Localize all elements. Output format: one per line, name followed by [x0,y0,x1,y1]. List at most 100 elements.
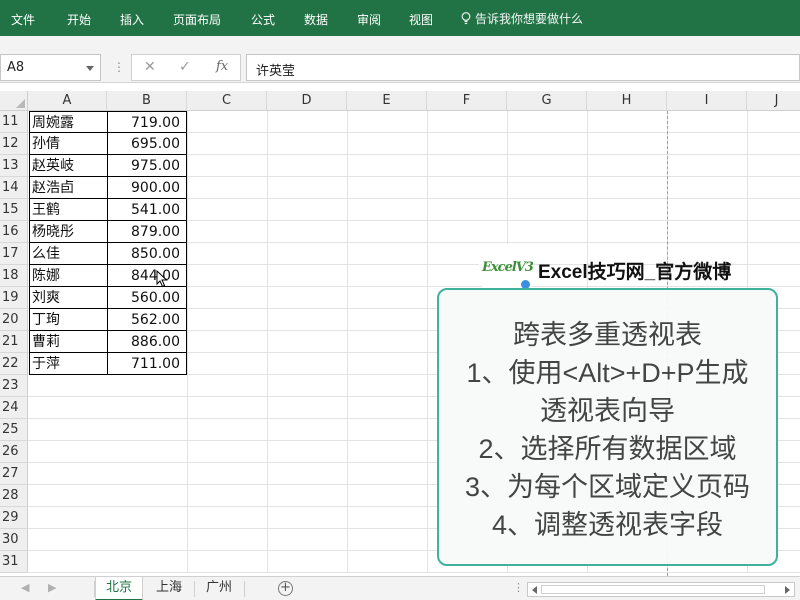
row-header[interactable]: 18 [0,265,28,287]
tip-line: 3、为每个区域定义页码 [464,472,751,502]
column-header-f[interactable]: F [427,91,507,111]
name-box[interactable]: A8 [0,54,101,81]
cell-name[interactable]: 么佳 [29,243,107,265]
cell-amount[interactable]: 886.00 [107,331,187,353]
row-header[interactable]: 13 [0,155,28,177]
column-header-h[interactable]: H [587,91,667,111]
row-header[interactable]: 25 [0,419,28,441]
formula-input[interactable]: 许英莹 [246,54,800,81]
cell-name[interactable]: 周婉露 [29,111,107,133]
more-icon[interactable]: ⋮ [513,581,524,594]
cell-name[interactable]: 陈娜 [29,265,107,287]
tab-data[interactable]: 数据 [304,11,328,28]
cell-amount[interactable]: 541.00 [107,199,187,221]
tab-review[interactable]: 审阅 [357,11,381,28]
column-header-i[interactable]: I [667,91,747,111]
scroll-right-arrow-icon[interactable] [785,586,790,594]
tab-home[interactable]: 开始 [67,11,91,28]
select-all-corner[interactable] [0,91,28,111]
tip-line: 4、调整透视表字段 [491,510,724,540]
cell-amount[interactable]: 844.00 [107,265,187,287]
cell-name[interactable]: 王鹤 [29,199,107,221]
gridline [187,111,188,573]
row-header[interactable]: 24 [0,397,28,419]
row-header[interactable]: 11 [0,111,28,133]
row-header[interactable]: 15 [0,199,28,221]
more-icon[interactable]: ⋮ [113,60,125,74]
row-header[interactable]: 20 [0,309,28,331]
row-header[interactable]: 12 [0,133,28,155]
account-name: Excel技巧网_官方微博 [538,261,732,283]
gridline [427,111,428,573]
name-box-value: A8 [7,60,25,75]
row-header[interactable]: 29 [0,507,28,529]
tab-page-layout[interactable]: 页面布局 [173,11,221,28]
cell-name[interactable]: 赵英岐 [29,155,107,177]
tip-line: 1、使用<Alt>+D+P生成 [466,358,749,388]
scroll-left-arrow-icon[interactable] [532,586,537,594]
column-header-e[interactable]: E [347,91,427,111]
cell-amount[interactable]: 975.00 [107,155,187,177]
cell-amount[interactable]: 850.00 [107,243,187,265]
row-header[interactable]: 14 [0,177,28,199]
row-header[interactable]: 21 [0,331,28,353]
sheet-tab-bar: ◀ ▶ 北京 上海 广州 + ⋮ [0,576,800,600]
cell-amount[interactable]: 879.00 [107,221,187,243]
row-header[interactable]: 22 [0,353,28,375]
row-header[interactable]: 17 [0,243,28,265]
column-header-b[interactable]: B [107,91,187,111]
row-header[interactable]: 16 [0,221,28,243]
ribbon-collapsed-area [0,36,800,52]
cell-amount[interactable]: 562.00 [107,309,187,331]
tab-formulas[interactable]: 公式 [251,11,275,28]
row-header[interactable]: 31 [0,551,28,573]
cancel-icon[interactable]: ✕ [144,59,156,75]
cell-name[interactable]: 丁珣 [29,309,107,331]
cell-name[interactable]: 刘爽 [29,287,107,309]
sheet-tab-shanghai[interactable]: 上海 [145,577,193,600]
scrollbar-thumb[interactable] [541,585,765,594]
row-header[interactable]: 26 [0,441,28,463]
cell-amount[interactable]: 900.00 [107,177,187,199]
cell-amount[interactable]: 711.00 [107,353,187,375]
tip-line: 2、选择所有数据区域 [478,434,737,464]
cell-name[interactable]: 曹莉 [29,331,107,353]
column-header-g[interactable]: G [507,91,587,111]
tab-view[interactable]: 视图 [409,11,433,28]
confirm-icon[interactable]: ✓ [179,59,191,75]
formula-bar: A8 ⋮ ✕ ✓ fx 许英莹 [0,52,800,83]
gridline [347,111,348,573]
tell-me-box[interactable]: 告诉我你想要做什么 [461,10,583,27]
cell-amount[interactable]: 560.00 [107,287,187,309]
cell-name[interactable]: 赵浩卣 [29,177,107,199]
chevron-down-icon[interactable] [86,66,94,71]
column-header-a[interactable]: A [28,91,107,111]
fx-icon[interactable]: fx [216,59,228,74]
scroll-right-icon[interactable]: ▶ [48,581,56,594]
cell-amount[interactable]: 719.00 [107,111,187,133]
row-header[interactable]: 19 [0,287,28,309]
row-header[interactable]: 27 [0,463,28,485]
ribbon-tab-bar: 文件 开始 插入 页面布局 公式 数据 审阅 视图 告诉我你想要做什么 [0,0,800,36]
formula-value: 许英莹 [256,64,296,79]
cell-name[interactable]: 于萍 [29,353,107,375]
row-header[interactable]: 28 [0,485,28,507]
column-header-j[interactable]: J [747,91,800,111]
tab-file[interactable]: 文件 [11,11,35,28]
cell-amount[interactable]: 695.00 [107,133,187,155]
divider [244,581,245,597]
add-sheet-icon[interactable]: + [278,581,293,596]
scroll-left-icon[interactable]: ◀ [21,581,29,594]
sheet-tab-beijing[interactable]: 北京 [95,577,143,600]
row-header[interactable]: 30 [0,529,28,551]
cell-name[interactable]: 孙倩 [29,133,107,155]
column-header-d[interactable]: D [267,91,347,111]
sheet-tab-guangzhou[interactable]: 广州 [195,577,243,600]
cell-name[interactable]: 杨晓彤 [29,221,107,243]
tell-me-text: 告诉我你想要做什么 [475,12,584,26]
row-header[interactable]: 23 [0,375,28,397]
horizontal-scrollbar[interactable] [527,582,795,597]
column-header-c[interactable]: C [187,91,267,111]
gridline [267,111,268,573]
tab-insert[interactable]: 插入 [120,11,144,28]
